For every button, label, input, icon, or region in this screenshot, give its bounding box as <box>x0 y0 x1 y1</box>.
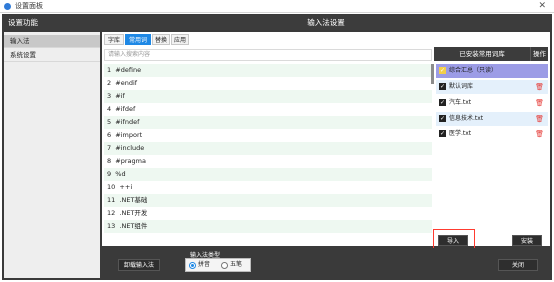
dictionary-item[interactable]: ✓ 医学.txt 🗑 <box>436 127 548 141</box>
sidebar-item-system-settings[interactable]: 系统设置 <box>4 49 100 62</box>
row-index: 2 <box>107 79 112 87</box>
install-button[interactable]: 安装 <box>512 235 542 246</box>
list-item[interactable]: 5 #ifndef <box>104 116 432 129</box>
row-index: 9 <box>107 170 112 178</box>
uninstall-input-method-button[interactable]: 卸载输入法 <box>118 259 160 271</box>
row-text: .NET开发 <box>119 209 148 217</box>
list-item[interactable]: 8 #pragma <box>104 155 432 168</box>
dictionary-item[interactable]: ✓ 默认词库 🗑 <box>436 80 548 94</box>
list-item[interactable]: 11 .NET基础 <box>104 194 432 207</box>
row-text: ++i <box>119 183 133 191</box>
row-text: #define <box>115 66 142 74</box>
row-index: 6 <box>107 131 112 139</box>
sidebar-item-input-method[interactable]: 输入法 <box>4 35 100 48</box>
checkbox-icon[interactable]: ✓ <box>439 130 446 137</box>
search-input[interactable]: 请输入搜索内容 <box>104 49 432 61</box>
row-index: 12 <box>107 209 116 217</box>
dictionary-item[interactable]: ✓ 综合汇总（只读） <box>436 64 548 78</box>
row-text: #include <box>115 144 145 152</box>
trash-icon[interactable]: 🗑 <box>535 127 544 141</box>
word-list: 1 #define 2 #endif 3 #if 4 #ifdef 5 #ifn… <box>104 64 432 246</box>
checkbox-icon[interactable]: ✓ <box>439 115 446 122</box>
radio-pinyin-label: 拼音 <box>198 261 211 268</box>
operation-column-header: 操作 <box>530 47 548 61</box>
row-text: #endif <box>115 79 138 87</box>
list-item[interactable]: 12 .NET开发 <box>104 207 432 220</box>
installed-dictionaries-header: 已安装常用词库 <box>434 47 530 61</box>
row-text: #ifdef <box>115 105 136 113</box>
dictionary-item[interactable]: ✓ 汽车.txt 🗑 <box>436 96 548 110</box>
tab-font-library[interactable]: 字库 <box>104 34 124 45</box>
list-scrollbar[interactable] <box>431 64 434 84</box>
row-text: %d <box>115 170 126 178</box>
settings-window: 设置面板 ✕ 设置功能 输入法设置 输入法 系统设置 字库 常用词 替换 应用 … <box>0 0 554 282</box>
row-index: 4 <box>107 105 112 113</box>
list-item[interactable]: 3 #if <box>104 90 432 103</box>
title-bar: 设置面板 ✕ <box>0 0 554 13</box>
row-index: 3 <box>107 92 112 100</box>
close-icon[interactable]: ✕ <box>538 1 546 11</box>
row-text: #pragma <box>115 157 146 165</box>
row-index: 5 <box>107 118 112 126</box>
main-panel-header: 输入法设置 <box>102 15 550 30</box>
dictionary-label: 综合汇总（只读） <box>449 67 498 74</box>
list-item[interactable]: 2 #endif <box>104 77 432 90</box>
dictionary-label: 默认词库 <box>449 83 474 90</box>
tab-replace[interactable]: 替换 <box>152 34 170 45</box>
settings-sidebar: 输入法 系统设置 <box>4 32 100 278</box>
close-button[interactable]: 关闭 <box>498 259 538 271</box>
checkbox-icon[interactable]: ✓ <box>439 67 446 74</box>
list-item[interactable]: 10 ++i <box>104 181 432 194</box>
sidebar-item-label: 输入法 <box>10 37 30 45</box>
row-index: 10 <box>107 183 116 191</box>
window-title: 设置面板 <box>15 2 43 10</box>
input-method-type-group: 拼音 五笔 <box>185 258 251 272</box>
row-text: .NET组件 <box>119 222 148 230</box>
tab-apply[interactable]: 应用 <box>171 34 189 45</box>
sidebar-item-label: 系统设置 <box>10 51 36 59</box>
row-index: 13 <box>107 222 116 230</box>
checkbox-icon[interactable]: ✓ <box>439 99 446 106</box>
import-button[interactable]: 导入 <box>438 235 468 246</box>
radio-pinyin[interactable] <box>189 262 196 269</box>
trash-icon[interactable]: 🗑 <box>535 80 544 94</box>
radio-wubi[interactable] <box>221 262 228 269</box>
list-item[interactable]: 7 #include <box>104 142 432 155</box>
dictionary-label: 汽车.txt <box>449 99 472 106</box>
row-text: .NET基础 <box>119 196 148 204</box>
left-panel-header: 设置功能 <box>2 15 102 30</box>
list-item[interactable]: 6 #import <box>104 129 432 142</box>
tab-common-words[interactable]: 常用词 <box>125 34 151 45</box>
dictionary-label: 医学.txt <box>449 130 472 137</box>
row-text: #ifndef <box>115 118 140 126</box>
dictionary-item[interactable]: ✓ 信息技术.txt 🗑 <box>436 112 548 126</box>
row-index: 1 <box>107 66 112 74</box>
footer-bar <box>102 248 550 278</box>
settings-app-icon <box>4 3 11 10</box>
row-text: #import <box>115 131 143 139</box>
dictionary-label: 信息技术.txt <box>449 115 484 122</box>
list-item[interactable]: 9 %d <box>104 168 432 181</box>
row-index: 7 <box>107 144 112 152</box>
row-index: 11 <box>107 196 116 204</box>
trash-icon[interactable]: 🗑 <box>535 112 544 126</box>
list-item[interactable]: 4 #ifdef <box>104 103 432 116</box>
list-item[interactable]: 13 .NET组件 <box>104 220 432 233</box>
list-item[interactable]: 1 #define <box>104 64 432 77</box>
row-index: 8 <box>107 157 112 165</box>
radio-wubi-label: 五笔 <box>230 261 243 268</box>
trash-icon[interactable]: 🗑 <box>535 96 544 110</box>
row-text: #if <box>115 92 125 100</box>
checkbox-icon[interactable]: ✓ <box>439 83 446 90</box>
